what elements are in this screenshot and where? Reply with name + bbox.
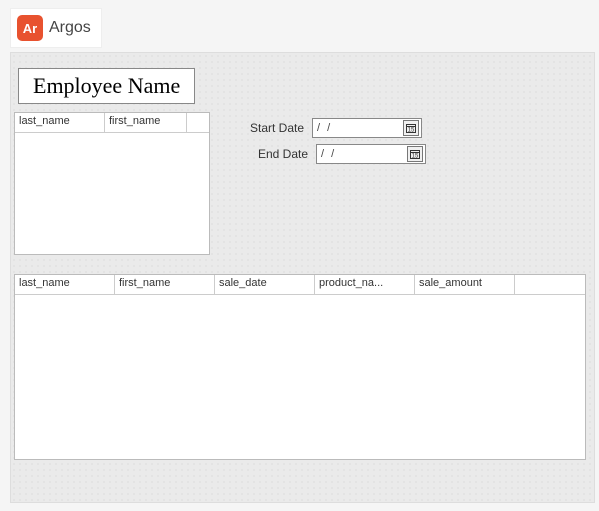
results-col-sale-date[interactable]: sale_date	[215, 275, 315, 294]
results-col-product-name[interactable]: product_na...	[315, 275, 415, 294]
calendar-icon: 15	[406, 123, 416, 133]
calendar-icon: 15	[410, 149, 420, 159]
results-table[interactable]: last_name first_name sale_date product_n…	[14, 274, 586, 460]
employee-col-last-name[interactable]: last_name	[15, 113, 105, 132]
end-date-value: / /	[321, 148, 336, 160]
start-date-row: Start Date / / 15	[250, 118, 422, 138]
brand-name: Argos	[49, 19, 91, 37]
page-title: Employee Name	[18, 68, 195, 104]
svg-text:15: 15	[412, 154, 419, 160]
end-date-input[interactable]: / / 15	[316, 144, 426, 164]
start-date-label: Start Date	[250, 121, 304, 135]
employee-table[interactable]: last_name first_name	[14, 112, 210, 255]
results-col-spacer	[515, 275, 585, 294]
results-table-body[interactable]	[15, 295, 585, 459]
employee-table-header: last_name first_name	[15, 113, 209, 133]
employee-table-body[interactable]	[15, 133, 209, 254]
end-date-picker-button[interactable]: 15	[407, 146, 423, 162]
employee-col-spacer	[187, 113, 209, 132]
results-table-header: last_name first_name sale_date product_n…	[15, 275, 585, 295]
brand-badge-container: Ar Argos	[10, 8, 102, 48]
results-col-last-name[interactable]: last_name	[15, 275, 115, 294]
results-col-sale-amount[interactable]: sale_amount	[415, 275, 515, 294]
end-date-row: End Date / / 15	[258, 144, 426, 164]
svg-text:15: 15	[408, 128, 415, 134]
start-date-picker-button[interactable]: 15	[403, 120, 419, 136]
end-date-label: End Date	[258, 147, 308, 161]
start-date-value: / /	[317, 122, 332, 134]
argos-logo-icon: Ar	[17, 15, 43, 41]
start-date-input[interactable]: / / 15	[312, 118, 422, 138]
results-col-first-name[interactable]: first_name	[115, 275, 215, 294]
employee-col-first-name[interactable]: first_name	[105, 113, 187, 132]
